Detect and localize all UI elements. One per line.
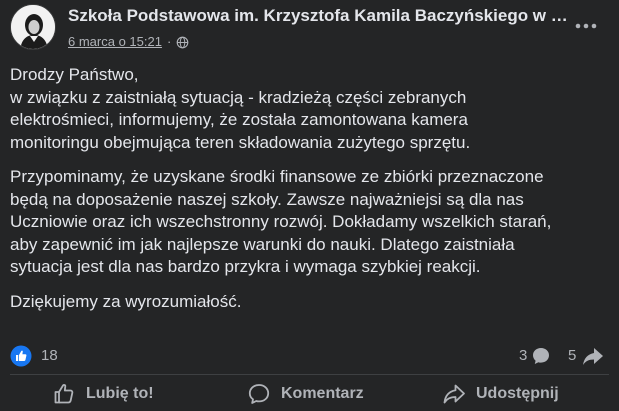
post-line: Drodzy Państwo, [10,65,139,84]
post-line: Uczniowie oraz ich wszechstronny rozwój.… [10,212,552,231]
share-count[interactable]: 5 [568,347,576,364]
meta-separator: · [166,34,172,49]
comment-button-label: Komentarz [281,384,364,402]
share-button[interactable]: Udostępnij [442,376,559,411]
page-avatar[interactable] [10,4,56,50]
post-paragraph-1: Drodzy Państwo, w związku z zaistniałą s… [10,64,610,154]
post-body: Drodzy Państwo, w związku z zaistniałą s… [10,64,610,325]
like-button[interactable]: Lubię to! [52,376,154,411]
comment-button[interactable]: Komentarz [247,376,364,411]
comment-count[interactable]: 3 [519,347,527,364]
divider [10,374,609,375]
comment-bubble-icon[interactable] [531,346,551,366]
post-line: monitoringu obejmująca teren składowania… [10,132,471,152]
comment-icon [248,383,270,404]
facebook-post: Szkoła Podstawowa im. Krzysztofa Kamila … [0,0,619,411]
post-timestamp[interactable]: 6 marca o 15:21 [68,33,162,51]
share-icon [443,384,465,403]
post-header: Szkoła Podstawowa im. Krzysztofa Kamila … [0,0,619,62]
post-line: elektrośmieci, informujemy, że została z… [10,110,468,129]
thumbs-up-icon [54,383,74,403]
globe-icon[interactable] [176,36,189,49]
post-line: będą na doposażenie naszej szkoły. Zawsz… [10,189,524,209]
post-line: Dziękujemy za wyrozumiałość. [10,291,242,311]
more-dots-icon[interactable] [568,16,604,36]
post-line: Przypominamy, że uzyskane środki finanso… [10,167,544,186]
like-count[interactable]: 18 [41,347,58,364]
page-name-link[interactable]: Szkoła Podstawowa im. Krzysztofa Kamila … [68,5,568,27]
share-button-label: Udostępnij [476,384,559,402]
like-button-label: Lubię to! [86,384,154,402]
reactions-row: 18 3 5 [10,344,609,368]
school-crest-icon [11,5,55,49]
post-paragraph-2: Przypominamy, że uzyskane środki finanso… [10,166,610,279]
action-bar: Lubię to! Komentarz Udostępnij [0,376,619,411]
post-meta: 6 marca o 15:21 · [68,33,189,51]
post-paragraph-3: Dziękujemy za wyrozumiałość. [10,291,610,314]
post-line: sytuacja jest dla nas bardzo przykra i w… [10,257,481,276]
post-line: aby zapewnić im jak najlepsze warunki do… [10,234,515,254]
share-arrow-icon[interactable] [582,347,604,366]
post-line: w związku z zaistniałą sytuacją - kradzi… [10,87,467,107]
like-badge-icon[interactable] [10,345,32,367]
